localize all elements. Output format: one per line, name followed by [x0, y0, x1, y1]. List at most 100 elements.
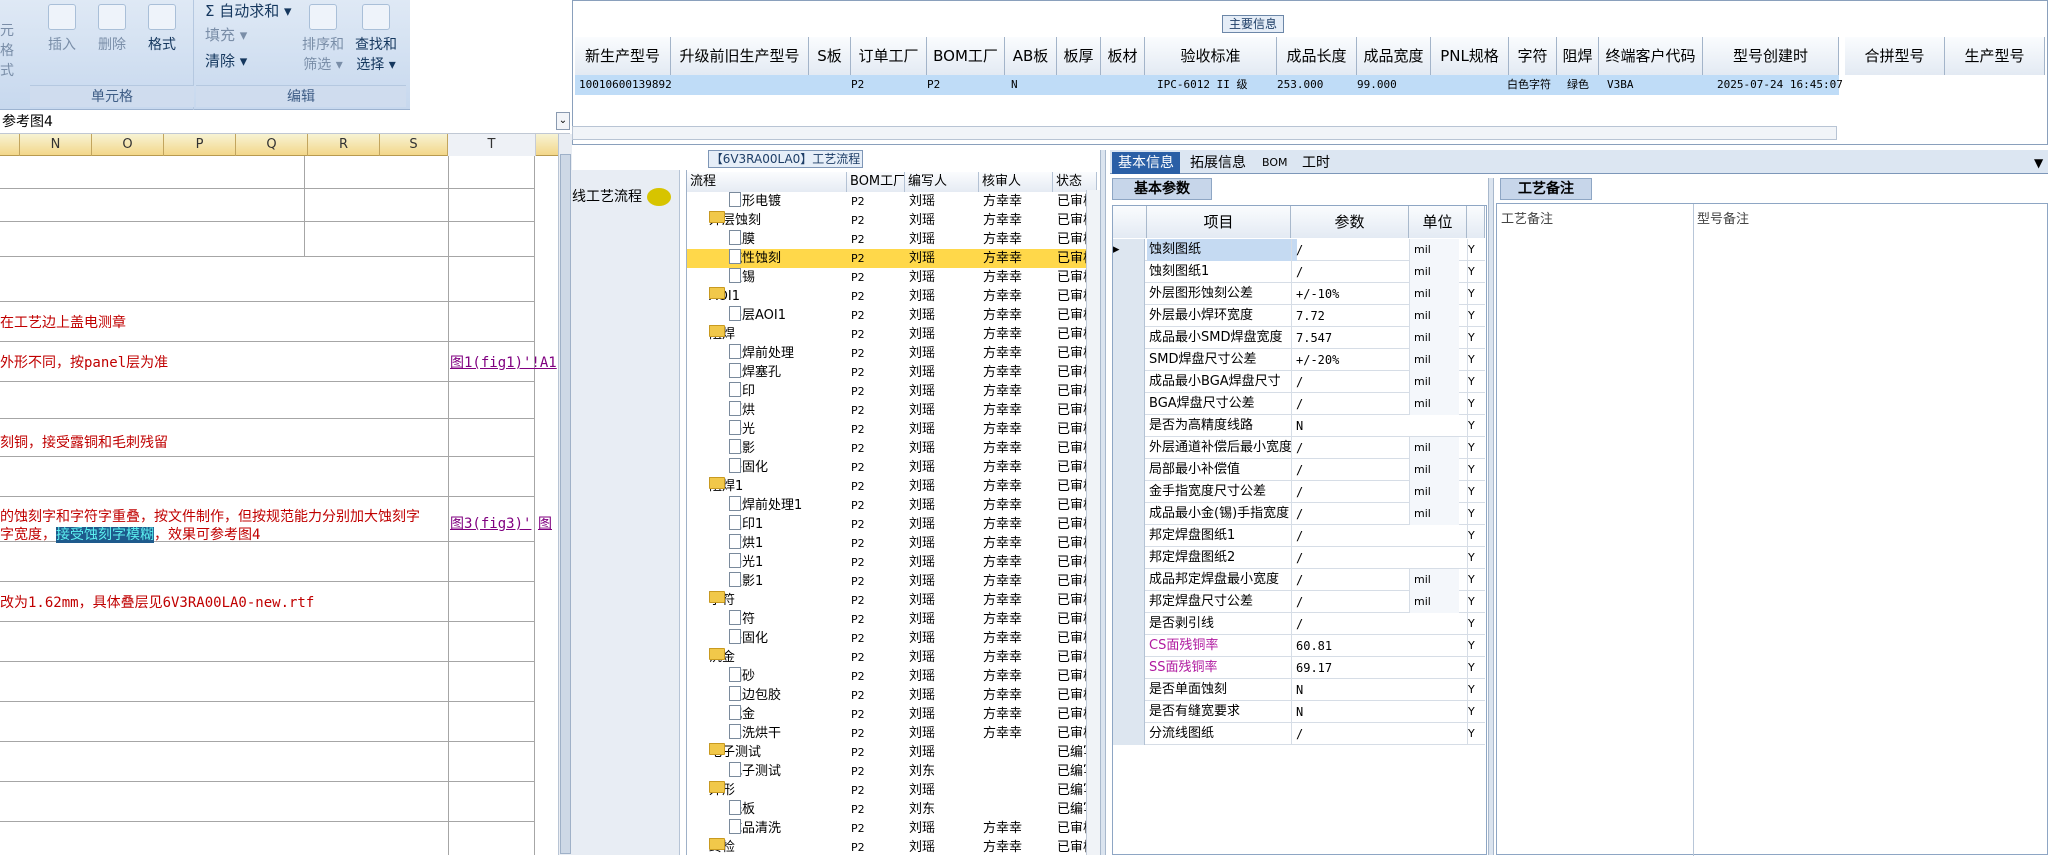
process-row[interactable]: 阻焊前处理1 P2 刘瑶 方幸幸 已审核 — [687, 496, 1097, 515]
param-value[interactable]: / — [1291, 723, 1403, 745]
process-row[interactable]: 预烘 P2 刘瑶 方幸幸 已审核 — [687, 401, 1097, 420]
param-row[interactable]: CS面残铜率 60.81 Y — [1113, 635, 1485, 657]
cell-text[interactable]: 外形不同，按panel层为准 — [0, 352, 168, 372]
process-row[interactable]: 铣板 P2 刘东 已编写 — [687, 800, 1097, 819]
cell-standard[interactable]: IPC-6012 II 级 — [1153, 75, 1273, 95]
param-row[interactable]: 成品邦定焊盘最小宽度 / mil Y — [1113, 569, 1485, 591]
excel-vertical-scrollbar[interactable] — [558, 134, 572, 855]
row-indicator[interactable] — [1113, 349, 1145, 371]
tab-bom[interactable]: BOM — [1256, 152, 1294, 174]
process-row[interactable]: 图形电镀 P2 刘瑶 方幸幸 已审核 — [687, 192, 1097, 211]
process-row[interactable]: 碱性蚀刻 P2 刘瑶 方幸幸 已审核 — [687, 249, 1097, 268]
expand-formula-button[interactable]: ⌄ — [556, 112, 570, 130]
process-row[interactable]: 预烘1 P2 刘瑶 方幸幸 已审核 — [687, 534, 1097, 553]
param-row[interactable]: 邦定焊盘图纸2 / Y — [1113, 547, 1485, 569]
param-row[interactable]: 成品最小金(锡)手指宽度 / mil Y — [1113, 503, 1485, 525]
delete-button[interactable]: 删除 — [92, 4, 132, 54]
cell-text[interactable]: 刻铜，接受露铜和毛刺残留 — [0, 432, 168, 452]
sort-filter-button[interactable]: 排序和 筛选 ▾ — [300, 4, 346, 74]
param-row[interactable]: 成品最小SMD焊盘宽度 7.547 mil Y — [1113, 327, 1485, 349]
process-row[interactable]: 阻焊前处理 P2 刘瑶 方幸幸 已审核 — [687, 344, 1097, 363]
col-length[interactable]: 成品长度 — [1277, 37, 1357, 75]
process-row[interactable]: 字符 P2 刘瑶 方幸幸 已审核 — [687, 610, 1097, 629]
row-indicator[interactable] — [1113, 547, 1145, 569]
process-row[interactable]: −阻焊1P2刘瑶方幸幸已审核 — [687, 477, 1097, 496]
autosum-button[interactable]: Σ 自动求和 ▾ — [205, 0, 292, 21]
col-header-o[interactable]: O — [92, 134, 164, 156]
process-row[interactable]: −终检P2刘瑶方幸幸已审核 — [687, 838, 1097, 857]
panel-splitter[interactable] — [1100, 150, 1106, 855]
col-thickness[interactable]: 板厚 — [1057, 37, 1101, 75]
param-row[interactable]: 成品最小BGA焊盘尺寸 / mil Y — [1113, 371, 1485, 393]
process-row[interactable]: 终固化 P2 刘瑶 方幸幸 已审核 — [687, 458, 1097, 477]
row-indicator[interactable] — [1113, 701, 1145, 723]
corner-cell[interactable] — [1113, 206, 1147, 238]
cell-text[interactable]: 的蚀刻字和字符字重叠，按文件制作，但按规范能力分别加大蚀刻字 — [0, 506, 420, 526]
param-value[interactable]: / — [1291, 591, 1403, 613]
param-value[interactable]: 7.547 — [1291, 327, 1403, 349]
process-row[interactable]: 板边包胶 P2 刘瑶 方幸幸 已审核 — [687, 686, 1097, 705]
cell-link[interactable]: 图1(fig1)'!A1 — [450, 352, 557, 372]
process-vertical-scrollbar[interactable] — [1086, 190, 1100, 855]
col-header-t[interactable]: T — [448, 134, 536, 156]
param-value[interactable]: / — [1291, 613, 1403, 635]
row-indicator[interactable] — [1113, 327, 1145, 349]
cell-text[interactable]: 改为1.62mm，具体叠层见6V3RA00LA0-new.rtf — [0, 592, 314, 612]
param-value[interactable]: / — [1291, 569, 1403, 591]
cell-new-model[interactable]: 10010600139892 — [575, 75, 805, 95]
param-value[interactable]: 60.81 — [1291, 635, 1403, 657]
param-row[interactable]: 外层最小焊环宽度 7.72 mil Y — [1113, 305, 1485, 327]
param-row[interactable]: 金手指宽度尺寸公差 / mil Y — [1113, 481, 1485, 503]
col-material[interactable]: 板材 — [1101, 37, 1145, 75]
param-row[interactable]: 分流线图纸 / Y — [1113, 723, 1485, 745]
tab-basic-info[interactable]: 基本信息 — [1112, 152, 1180, 174]
col-merge-model[interactable]: 合拼型号 — [1845, 37, 1945, 75]
col-standard[interactable]: 验收标准 — [1145, 37, 1277, 75]
remark-tab[interactable]: 工艺备注 — [1500, 178, 1592, 200]
param-value[interactable]: 7.72 — [1291, 305, 1403, 327]
col-prod-model[interactable]: 生产型号 — [1945, 37, 2045, 75]
param-row[interactable]: BGA焊盘尺寸公差 / mil Y — [1113, 393, 1485, 415]
param-row[interactable]: SS面残铜率 69.17 Y — [1113, 657, 1485, 679]
col-width[interactable]: 成品宽度 — [1357, 37, 1431, 75]
col-legend[interactable]: 字符 — [1509, 37, 1557, 75]
remark-panel[interactable]: 工艺备注 型号备注 — [1496, 203, 2048, 856]
param-value[interactable]: +/-10% — [1291, 283, 1403, 305]
format-button[interactable]: 格式 — [142, 4, 182, 54]
process-row[interactable]: 丝印1 P2 刘瑶 方幸幸 已审核 — [687, 515, 1097, 534]
cell-width[interactable]: 99.000 — [1353, 75, 1433, 95]
param-value[interactable]: 69.17 — [1291, 657, 1403, 679]
process-row[interactable]: 外层AOI1 P2 刘瑶 方幸幸 已审核 — [687, 306, 1097, 325]
row-indicator[interactable] — [1113, 371, 1145, 393]
process-row[interactable]: 终固化 P2 刘瑶 方幸幸 已审核 — [687, 629, 1097, 648]
param-row[interactable]: ▸ 蚀刻图纸 / mil Y — [1113, 239, 1485, 261]
param-value[interactable]: / — [1291, 503, 1403, 525]
process-flow-tab[interactable]: 【6V3RA00LA0】工艺流程 — [708, 150, 863, 168]
col-bom-factory[interactable]: BOM工厂 — [927, 37, 1005, 75]
param-value[interactable]: N — [1291, 701, 1403, 723]
param-row[interactable]: 是否有缝宽要求 N Y — [1113, 701, 1485, 723]
process-row[interactable]: −外形P2刘瑶已编写 — [687, 781, 1097, 800]
process-row[interactable]: −阻焊P2刘瑶方幸幸已审核 — [687, 325, 1097, 344]
process-row[interactable]: −电子测试P2刘瑶已编写 — [687, 743, 1097, 762]
row-indicator[interactable] — [1113, 635, 1145, 657]
process-row[interactable]: −沉金P2刘瑶方幸幸已审核 — [687, 648, 1097, 667]
param-value[interactable]: / — [1291, 239, 1403, 261]
row-indicator[interactable] — [1113, 415, 1145, 437]
row-indicator[interactable] — [1113, 503, 1145, 525]
param-value[interactable]: +/-20% — [1291, 349, 1403, 371]
cell-customer[interactable]: V3BA — [1603, 75, 1683, 95]
process-tree-grid[interactable]: 流程 BOM工厂 编写人 核审人 状态 图形电镀P2刘瑶方幸幸已审核−外层蚀刻P… — [686, 170, 1100, 855]
col-header-p[interactable]: P — [164, 134, 236, 156]
param-row[interactable]: 蚀刻图纸1 / mil Y — [1113, 261, 1485, 283]
process-row[interactable]: 曝光1 P2 刘瑶 方幸幸 已审核 — [687, 553, 1097, 572]
comment-icon[interactable] — [647, 188, 671, 206]
clear-button[interactable]: 清除 ▾ — [205, 50, 247, 71]
col-bom[interactable]: BOM工厂 — [847, 172, 905, 192]
row-indicator[interactable] — [1113, 459, 1145, 481]
cell-created[interactable]: 2025-07-24 16:45:07 — [1713, 75, 1843, 95]
param-value[interactable]: / — [1291, 459, 1403, 481]
cell-link[interactable]: 图 — [538, 513, 552, 533]
row-indicator[interactable] — [1113, 437, 1145, 459]
cell-order-factory[interactable]: P2 — [847, 75, 907, 95]
